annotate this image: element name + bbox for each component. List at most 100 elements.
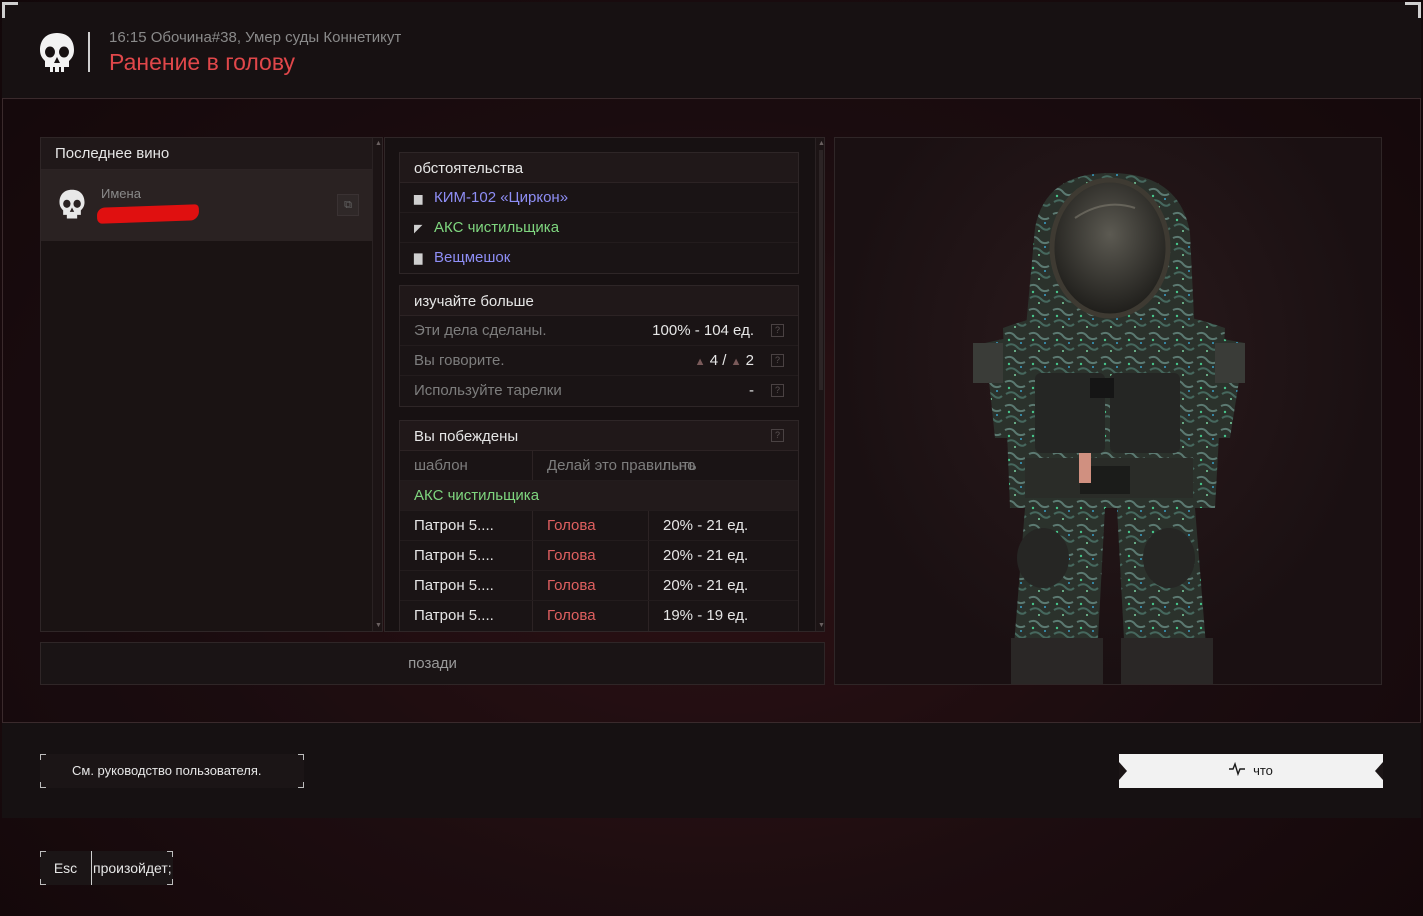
- weapon-label: АКС чистильщика: [414, 487, 540, 504]
- list-item[interactable]: ◤ АКС чистильщика: [400, 213, 798, 243]
- body-part-cell: Голова: [547, 517, 596, 534]
- person-icon: ▲: [694, 356, 706, 368]
- scroll-down-icon[interactable]: ▼: [375, 622, 382, 629]
- esc-action-label: произойдет;: [93, 860, 172, 876]
- list-item[interactable]: ▇ Вещмешок: [400, 243, 798, 273]
- stat-value: -: [749, 382, 754, 399]
- backpack-icon: ▇: [414, 253, 423, 265]
- copy-icon[interactable]: ⧉: [337, 194, 359, 216]
- column-divider: [648, 601, 649, 631]
- killer-row[interactable]: Имена ⧉: [41, 170, 373, 241]
- column-header: пыть: [663, 457, 697, 474]
- bracket-decoration: [40, 754, 46, 760]
- stat-row: Эти дела сделаны. 100% - 104 ед. ?: [400, 316, 798, 346]
- scroll-up-icon[interactable]: ▲: [818, 140, 824, 147]
- column-divider: [532, 571, 533, 600]
- scroll-up-icon[interactable]: ▲: [375, 140, 382, 147]
- bracket-decoration: [40, 782, 46, 788]
- help-icon[interactable]: ?: [771, 354, 784, 367]
- scrollbar[interactable]: ▲ ▼: [372, 138, 382, 631]
- stat-value-a: 4: [709, 352, 719, 369]
- damage-cell: 19% - 19 ед.: [663, 607, 749, 624]
- help-icon[interactable]: ?: [771, 429, 784, 442]
- button-notch: [1119, 762, 1127, 780]
- frame-corner: [1405, 2, 1421, 18]
- stat-separator: /: [722, 352, 727, 369]
- ammo-cell: Патрон 5....: [414, 517, 494, 534]
- table-header: шаблон Делай это правильно пыть: [400, 451, 798, 481]
- column-divider: [532, 451, 533, 480]
- column-divider: [532, 511, 533, 540]
- user-guide-button[interactable]: См. руководство пользователя.: [40, 754, 304, 788]
- section-heading: Вы побеждены ?: [400, 421, 798, 451]
- pulse-icon: [1229, 755, 1246, 788]
- section-heading: обстоятельства: [400, 153, 798, 183]
- death-location-time: 16:15 Обочина#38, Умер суды Коннетикут: [109, 29, 402, 46]
- weapon-row: АКС чистильщика: [400, 481, 798, 511]
- esc-key-label: Esc: [40, 851, 92, 885]
- scrollbar[interactable]: ▲ ▼: [815, 138, 824, 631]
- killer-name-label: Имена: [101, 186, 141, 201]
- bracket-decoration: [298, 782, 304, 788]
- table-row: Патрон 5.... Голова 20% - 21 ед.: [400, 511, 798, 541]
- details-panel: обстоятельства ▆ КИМ-102 «Циркон» ◤ АКС чи…: [384, 137, 825, 632]
- header-divider: [88, 32, 90, 72]
- column-divider: [532, 541, 533, 570]
- stat-label: Вы говорите.: [414, 352, 505, 369]
- table-row: Патрон 5.... Голова 20% - 21 ед.: [400, 571, 798, 601]
- ammo-cell: Патрон 5....: [414, 547, 494, 564]
- item-label: АКС чистильщика: [434, 219, 560, 236]
- column-divider: [648, 571, 649, 600]
- help-icon[interactable]: ?: [771, 384, 784, 397]
- button-notch: [1375, 762, 1383, 780]
- stat-label: Используйте тарелки: [414, 382, 562, 399]
- character-model-image: [973, 173, 1245, 684]
- ammo-cell: Патрон 5....: [414, 577, 494, 594]
- killer-panel: Последнее вино Имена ⧉ ▲ ▼: [40, 137, 383, 632]
- list-item[interactable]: ▆ КИМ-102 «Циркон»: [400, 183, 798, 213]
- killer-panel-heading: Последнее вино: [41, 138, 382, 170]
- user-guide-label: См. руководство пользователя.: [72, 763, 262, 778]
- bracket-decoration: [298, 754, 304, 760]
- ammo-cell: Патрон 5....: [414, 607, 494, 624]
- stat-value: ▲ 4 / ▲ 2: [695, 352, 754, 369]
- item-label: КИМ-102 «Циркон»: [434, 189, 569, 206]
- column-divider: [532, 601, 533, 631]
- column-header: шаблон: [414, 457, 468, 474]
- stat-label: Эти дела сделаны.: [414, 322, 547, 339]
- skull-icon: [40, 33, 74, 72]
- stat-row: Вы говорите. ▲ 4 / ▲ 2 ?: [400, 346, 798, 376]
- rifle-icon: ◤: [414, 223, 423, 235]
- help-icon[interactable]: ?: [771, 324, 784, 337]
- damage-cell: 20% - 21 ед.: [663, 577, 749, 594]
- character-preview: [834, 137, 1382, 685]
- armor-icon: ▆: [414, 193, 423, 205]
- stat-row: Используйте тарелки - ?: [400, 376, 798, 406]
- section-heading-text: Вы побеждены: [414, 428, 519, 445]
- damage-cell: 20% - 21 ед.: [663, 547, 749, 564]
- item-label: Вещмешок: [434, 249, 511, 266]
- stat-value: 100% - 104 ед.: [652, 322, 754, 339]
- defeated-section: Вы побеждены ? шаблон Делай это правильн…: [399, 420, 799, 631]
- death-cause-title: Ранение в голову: [109, 49, 296, 75]
- learn-more-section: изучайте больше Эти дела сделаны. 100% -…: [399, 285, 799, 407]
- scroll-down-icon[interactable]: ▼: [818, 622, 824, 629]
- body-part-cell: Голова: [547, 607, 596, 624]
- column-divider: [648, 511, 649, 540]
- body-part-cell: Голова: [547, 547, 596, 564]
- table-row: Патрон 5.... Голова 19% - 19 ед.: [400, 601, 798, 631]
- header: 16:15 Обочина#38, Умер суды Коннетикут Р…: [2, 2, 1421, 99]
- section-heading: изучайте больше: [400, 286, 798, 316]
- table-row: Патрон 5.... Голова 20% - 21 ед.: [400, 541, 798, 571]
- stat-value-b: 2: [745, 352, 754, 369]
- frame-corner: [2, 2, 18, 18]
- circumstances-section: обстоятельства ▆ КИМ-102 «Циркон» ◤ АКС чи…: [399, 152, 799, 274]
- esc-hint[interactable]: Esc произойдет;: [40, 851, 173, 885]
- scrollbar-thumb[interactable]: [819, 150, 823, 390]
- skull-icon: [59, 189, 85, 219]
- killer-name-redacted: [96, 204, 200, 224]
- what-label: что: [1253, 763, 1273, 778]
- person-icon: ▲: [730, 356, 742, 368]
- back-button[interactable]: позади: [40, 642, 825, 685]
- what-button[interactable]: что: [1119, 754, 1383, 788]
